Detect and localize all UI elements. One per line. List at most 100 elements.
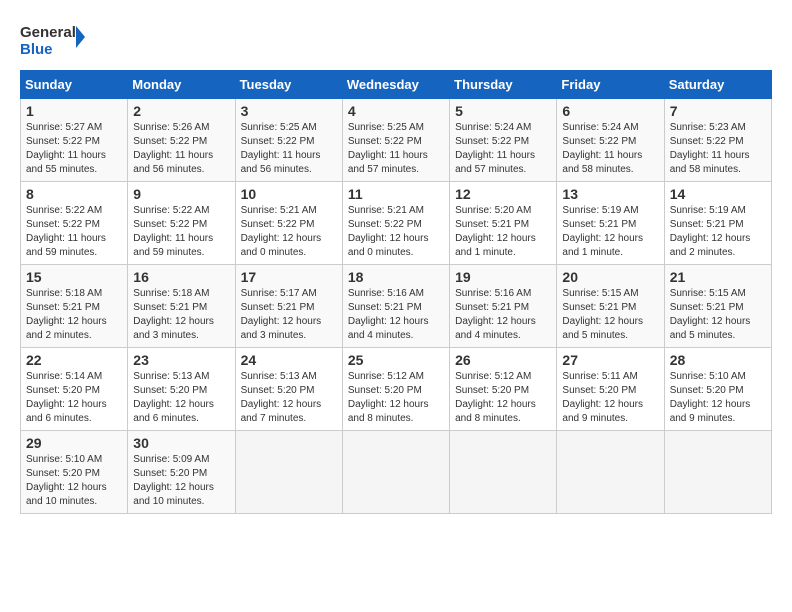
calendar-cell: 24 Sunrise: 5:13 AM Sunset: 5:20 PM Dayli… [235,348,342,431]
calendar-cell [664,431,771,514]
day-info: Sunrise: 5:17 AM Sunset: 5:21 PM Dayligh… [241,287,337,343]
calendar-week: 1Sunrise: 5:27 AM Sunset: 5:22 PM Daylig… [21,99,772,182]
calendar-cell: 14 Sunrise: 5:19 AM Sunset: 5:21 PM Dayli… [664,182,771,265]
calendar-cell: 6 Sunrise: 5:24 AM Sunset: 5:22 PM Daylig… [557,99,664,182]
calendar-cell: 3Sunrise: 5:25 AM Sunset: 5:22 PM Daylig… [235,99,342,182]
day-number: 12 [455,186,551,202]
calendar-cell: 18 Sunrise: 5:16 AM Sunset: 5:21 PM Dayli… [342,265,449,348]
calendar-cell: 27 Sunrise: 5:11 AM Sunset: 5:20 PM Dayli… [557,348,664,431]
calendar-week: 22Sunrise: 5:14 AM Sunset: 5:20 PM Dayli… [21,348,772,431]
calendar-cell: 29 Sunrise: 5:10 AM Sunset: 5:20 PM Dayli… [21,431,128,514]
day-info: Sunrise: 5:13 AM Sunset: 5:20 PM Dayligh… [241,370,337,426]
day-number: 24 [241,352,337,368]
day-info: Sunrise: 5:26 AM Sunset: 5:22 PM Dayligh… [133,121,229,177]
day-info: Sunrise: 5:20 AM Sunset: 5:21 PM Dayligh… [455,204,551,260]
weekday-header: Monday [128,71,235,99]
weekday-header: Sunday [21,71,128,99]
day-info: Sunrise: 5:13 AM Sunset: 5:20 PM Dayligh… [133,370,229,426]
day-number: 15 [26,269,122,285]
calendar-cell: 7Sunrise: 5:23 AM Sunset: 5:22 PM Daylig… [664,99,771,182]
day-number: 4 [348,103,444,119]
calendar-cell: 22Sunrise: 5:14 AM Sunset: 5:20 PM Dayli… [21,348,128,431]
calendar-cell: 2Sunrise: 5:26 AM Sunset: 5:22 PM Daylig… [128,99,235,182]
calendar-cell [557,431,664,514]
weekday-header: Wednesday [342,71,449,99]
day-number: 27 [562,352,658,368]
day-info: Sunrise: 5:22 AM Sunset: 5:22 PM Dayligh… [133,204,229,260]
day-info: Sunrise: 5:19 AM Sunset: 5:21 PM Dayligh… [562,204,658,260]
day-info: Sunrise: 5:09 AM Sunset: 5:20 PM Dayligh… [133,453,229,509]
day-info: Sunrise: 5:22 AM Sunset: 5:22 PM Dayligh… [26,204,122,260]
calendar-week: 8 Sunrise: 5:22 AM Sunset: 5:22 PM Daylig… [21,182,772,265]
day-info: Sunrise: 5:19 AM Sunset: 5:21 PM Dayligh… [670,204,766,260]
day-info: Sunrise: 5:25 AM Sunset: 5:22 PM Dayligh… [348,121,444,177]
day-info: Sunrise: 5:12 AM Sunset: 5:20 PM Dayligh… [455,370,551,426]
day-number: 22 [26,352,122,368]
day-info: Sunrise: 5:23 AM Sunset: 5:22 PM Dayligh… [670,121,766,177]
calendar-cell: 8 Sunrise: 5:22 AM Sunset: 5:22 PM Daylig… [21,182,128,265]
calendar-cell: 9Sunrise: 5:22 AM Sunset: 5:22 PM Daylig… [128,182,235,265]
calendar-cell: 15Sunrise: 5:18 AM Sunset: 5:21 PM Dayli… [21,265,128,348]
day-number: 29 [26,435,122,451]
svg-text:General: General [20,24,76,41]
day-number: 3 [241,103,337,119]
calendar-table: SundayMondayTuesdayWednesdayThursdayFrid… [20,70,772,514]
day-info: Sunrise: 5:16 AM Sunset: 5:21 PM Dayligh… [348,287,444,343]
page-header: GeneralBlue [20,20,772,60]
day-number: 14 [670,186,766,202]
calendar-cell: 13 Sunrise: 5:19 AM Sunset: 5:21 PM Dayli… [557,182,664,265]
calendar-cell: 10 Sunrise: 5:21 AM Sunset: 5:22 PM Dayli… [235,182,342,265]
day-info: Sunrise: 5:24 AM Sunset: 5:22 PM Dayligh… [562,121,658,177]
day-number: 10 [241,186,337,202]
day-number: 17 [241,269,337,285]
day-info: Sunrise: 5:24 AM Sunset: 5:22 PM Dayligh… [455,121,551,177]
day-number: 8 [26,186,122,202]
weekday-header: Thursday [450,71,557,99]
day-info: Sunrise: 5:12 AM Sunset: 5:20 PM Dayligh… [348,370,444,426]
day-number: 19 [455,269,551,285]
day-number: 11 [348,186,444,202]
calendar-cell: 30 Sunrise: 5:09 AM Sunset: 5:20 PM Dayli… [128,431,235,514]
day-number: 16 [133,269,229,285]
day-number: 26 [455,352,551,368]
calendar-cell: 25 Sunrise: 5:12 AM Sunset: 5:20 PM Dayli… [342,348,449,431]
calendar-cell: 19 Sunrise: 5:16 AM Sunset: 5:21 PM Dayli… [450,265,557,348]
calendar-cell: 26 Sunrise: 5:12 AM Sunset: 5:20 PM Dayli… [450,348,557,431]
calendar-cell: 11 Sunrise: 5:21 AM Sunset: 5:22 PM Dayli… [342,182,449,265]
weekday-header: Tuesday [235,71,342,99]
calendar-cell: 4 Sunrise: 5:25 AM Sunset: 5:22 PM Daylig… [342,99,449,182]
day-number: 25 [348,352,444,368]
day-number: 13 [562,186,658,202]
day-info: Sunrise: 5:10 AM Sunset: 5:20 PM Dayligh… [26,453,122,509]
calendar-cell: 17 Sunrise: 5:17 AM Sunset: 5:21 PM Dayli… [235,265,342,348]
calendar-week: 15 Sunrise: 5:18 AM Sunset: 5:21 PM Dayli… [21,265,772,348]
calendar-cell: 5Sunrise: 5:24 AM Sunset: 5:22 PM Daylig… [450,99,557,182]
day-info: Sunrise: 5:16 AM Sunset: 5:21 PM Dayligh… [455,287,551,343]
day-info: Sunrise: 5:15 AM Sunset: 5:21 PM Dayligh… [562,287,658,343]
calendar-cell [235,431,342,514]
calendar-cell [450,431,557,514]
day-info: Sunrise: 5:10 AM Sunset: 5:20 PM Dayligh… [670,370,766,426]
day-number: 28 [670,352,766,368]
day-number: 30 [133,435,229,451]
calendar-cell [342,431,449,514]
day-info: Sunrise: 5:21 AM Sunset: 5:22 PM Dayligh… [241,204,337,260]
day-number: 21 [670,269,766,285]
day-number: 23 [133,352,229,368]
day-info: Sunrise: 5:11 AM Sunset: 5:20 PM Dayligh… [562,370,658,426]
logo-icon: GeneralBlue [20,20,100,60]
calendar-cell: 12 Sunrise: 5:20 AM Sunset: 5:21 PM Dayli… [450,182,557,265]
calendar-cell: 1Sunrise: 5:27 AM Sunset: 5:22 PM Daylig… [21,99,128,182]
calendar-cell: 21 Sunrise: 5:15 AM Sunset: 5:21 PM Dayli… [664,265,771,348]
day-number: 18 [348,269,444,285]
day-number: 1 [26,103,122,119]
day-info: Sunrise: 5:21 AM Sunset: 5:22 PM Dayligh… [348,204,444,260]
day-info: Sunrise: 5:15 AM Sunset: 5:21 PM Dayligh… [670,287,766,343]
day-number: 6 [562,103,658,119]
calendar-cell: 16 Sunrise: 5:18 AM Sunset: 5:21 PM Dayli… [128,265,235,348]
calendar-cell: 23 Sunrise: 5:13 AM Sunset: 5:20 PM Dayli… [128,348,235,431]
calendar-week: 29 Sunrise: 5:10 AM Sunset: 5:20 PM Dayli… [21,431,772,514]
day-info: Sunrise: 5:18 AM Sunset: 5:21 PM Dayligh… [133,287,229,343]
day-number: 20 [562,269,658,285]
weekday-header: Saturday [664,71,771,99]
